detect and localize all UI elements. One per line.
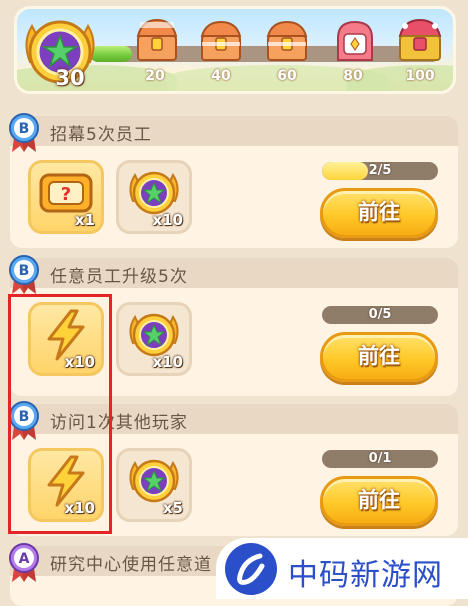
task-progress-bar: 0/1 <box>322 450 438 468</box>
reward-slot[interactable]: x10 <box>116 302 192 376</box>
grade-letter: B <box>19 121 30 137</box>
chest-icon[interactable] <box>330 18 380 64</box>
task-progress-text: 2/5 <box>368 163 392 178</box>
reward-quantity: x5 <box>162 499 183 517</box>
task-progress-text: 0/5 <box>368 307 392 322</box>
reward-slot[interactable]: ? x1 <box>28 160 104 234</box>
task-progress-text: 0/1 <box>368 451 392 466</box>
watermark-logo-icon <box>225 543 277 595</box>
task-card: B 招幕5次员工 ? x1 x10 2/5 前往 <box>9 113 458 248</box>
milestone-label: 60 <box>277 68 297 84</box>
svg-text:?: ? <box>61 184 71 205</box>
go-button[interactable]: 前往 <box>320 188 438 238</box>
grade-a-badge-icon: A <box>8 542 40 582</box>
grade-b-badge-icon: B <box>8 112 40 152</box>
grade-letter: B <box>19 263 30 279</box>
milestone-label: 100 <box>405 68 435 84</box>
milestone-label: 80 <box>343 68 363 84</box>
milestone-label: 40 <box>211 68 231 84</box>
reward-quantity: x10 <box>152 211 183 229</box>
highlight-box <box>8 294 112 534</box>
chest-icon[interactable] <box>132 18 182 64</box>
task-title: 招幕5次员工 <box>50 125 152 145</box>
go-button[interactable]: 前往 <box>320 476 438 526</box>
watermark: 中码新游网 <box>216 538 468 599</box>
reward-slot[interactable]: x5 <box>116 448 192 522</box>
chest-icon[interactable] <box>262 18 312 64</box>
chest-icon[interactable] <box>196 18 246 64</box>
milestone-label: 20 <box>145 68 165 84</box>
go-button[interactable]: 前往 <box>320 332 438 382</box>
task-title: 任意员工升级5次 <box>50 267 188 287</box>
task-progress-bar: 2/5 <box>322 162 438 180</box>
grade-b-badge-icon: B <box>8 254 40 294</box>
task-progress-bar: 0/5 <box>322 306 438 324</box>
task-title: 研究中心使用任意道 <box>50 555 212 575</box>
grade-letter: A <box>19 551 30 567</box>
reward-quantity: x1 <box>74 211 95 229</box>
reward-quantity: x10 <box>152 353 183 371</box>
reward-slot[interactable]: x10 <box>116 160 192 234</box>
activity-level-value: 30 <box>55 66 85 90</box>
watermark-text: 中码新游网 <box>288 558 443 593</box>
chest-icon[interactable] <box>395 18 445 64</box>
